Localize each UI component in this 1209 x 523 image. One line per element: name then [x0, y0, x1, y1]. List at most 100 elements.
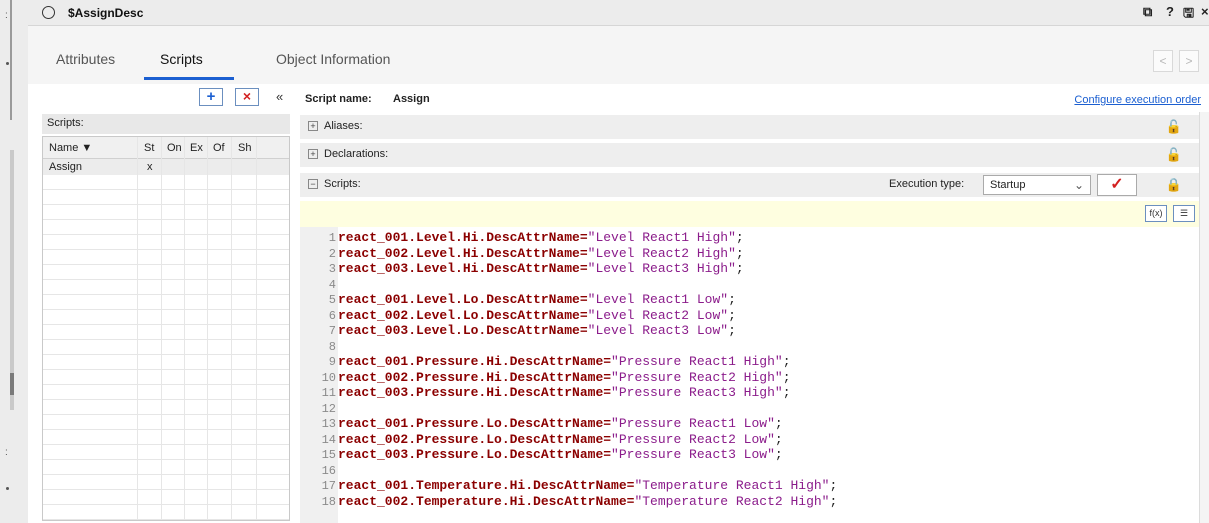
- code-line: 7 react_003.Level.Lo.DescAttrName="Level …: [300, 323, 736, 338]
- code-string: "Level React3 Low": [587, 323, 729, 338]
- code-line: 1 react_001.Level.Hi.DescAttrName="Level …: [300, 230, 744, 245]
- grid-row-line: [43, 310, 289, 325]
- code-terminator: ;: [774, 447, 783, 462]
- declarations-section[interactable]: + Declarations: 🔓: [300, 143, 1204, 167]
- gutter-scrollbar[interactable]: [10, 150, 14, 410]
- expand-icon[interactable]: +: [308, 121, 318, 131]
- grid-row-line: [43, 415, 289, 430]
- code-identifier: react_003.Level.Lo.DescAttrName=: [338, 323, 588, 338]
- gutter-marker: :: [5, 10, 8, 21]
- line-number: 8: [328, 339, 336, 354]
- aliases-label: Aliases:: [324, 120, 363, 132]
- object-icon: [42, 6, 55, 19]
- code-line: 6 react_002.Level.Lo.DescAttrName="Level …: [300, 308, 736, 323]
- code-identifier: react_001.Level.Hi.DescAttrName=: [338, 230, 588, 245]
- column-header-st[interactable]: St: [144, 137, 154, 159]
- code-string: "Pressure React1 Low": [611, 416, 775, 431]
- collapse-icon[interactable]: −: [308, 179, 318, 189]
- add-script-button[interactable]: +: [199, 88, 223, 106]
- column-header-of[interactable]: Of: [213, 137, 225, 159]
- code-terminator: ;: [829, 478, 838, 493]
- code-editor[interactable]: 1 react_001.Level.Hi.DescAttrName="Level …: [300, 227, 1204, 523]
- code-terminator: ;: [782, 354, 791, 369]
- row-st: x: [147, 161, 153, 173]
- grid-row-line: [43, 460, 289, 475]
- tab-object-information[interactable]: Object Information: [276, 51, 390, 67]
- apply-check-button[interactable]: ✓: [1097, 174, 1137, 196]
- column-header-on[interactable]: On: [167, 137, 182, 159]
- code-line: 12: [300, 401, 338, 416]
- function-browser-icon[interactable]: f(x): [1145, 205, 1167, 222]
- grid-row-line: [43, 355, 289, 370]
- lock-icon[interactable]: 🔒: [1166, 177, 1182, 193]
- code-identifier: react_001.Level.Lo.DescAttrName=: [338, 292, 588, 307]
- grid-row-line: [43, 385, 289, 400]
- code-terminator: ;: [728, 307, 736, 323]
- code-line: 11 react_003.Pressure.Hi.DescAttrName="Pr…: [300, 385, 791, 400]
- code-terminator: ;: [728, 323, 736, 338]
- code-string: "Level React1 Low": [587, 292, 729, 307]
- execution-type-select[interactable]: Startup ⌄: [983, 175, 1091, 195]
- code-terminator: ;: [735, 245, 744, 261]
- row-name: Assign: [49, 161, 83, 173]
- expand-icon[interactable]: +: [308, 149, 318, 159]
- grid-row-line: [43, 295, 289, 310]
- prev-button[interactable]: <: [1153, 50, 1173, 72]
- code-terminator: ;: [735, 261, 744, 276]
- configure-execution-order-link[interactable]: Configure execution order: [1074, 94, 1201, 106]
- grid-row-line: [43, 445, 289, 460]
- window-edge-gutter: : :: [0, 0, 28, 523]
- aliases-section[interactable]: + Aliases: 🔓: [300, 115, 1204, 139]
- unlock-icon[interactable]: 🔓: [1166, 119, 1182, 135]
- delete-script-button[interactable]: ×: [235, 88, 259, 106]
- grid-row-line: [43, 505, 289, 520]
- code-identifier: react_003.Pressure.Lo.DescAttrName=: [338, 447, 612, 462]
- grid-row-line: [43, 340, 289, 355]
- code-string: "Temperature React2 High": [634, 493, 830, 509]
- code-line: 16: [300, 463, 338, 478]
- editor-toolbar: f(x) ☰: [300, 201, 1204, 227]
- gutter-scroll-thumb[interactable]: [10, 373, 14, 395]
- script-name-value: Assign: [393, 93, 430, 105]
- scripts-grid: Name ▼ St On Ex Of Sh Assign x: [42, 136, 290, 521]
- grid-row-line: [43, 265, 289, 280]
- unlock-icon[interactable]: 🔓: [1166, 147, 1182, 163]
- restore-icon[interactable]: ⧉: [1143, 4, 1152, 20]
- code-identifier: react_002.Pressure.Hi.DescAttrName=: [338, 369, 612, 385]
- scripts-list-pane: + × « Scripts: Name ▼ St On Ex Of Sh Ass…: [42, 88, 290, 523]
- code-string: "Level React3 High": [587, 261, 736, 276]
- line-number: 6: [328, 308, 336, 323]
- line-number: 4: [328, 277, 336, 292]
- code-line: 9 react_001.Pressure.Hi.DescAttrName="Pre…: [300, 354, 791, 369]
- help-icon[interactable]: ?: [1166, 4, 1174, 19]
- code-identifier: react_003.Pressure.Hi.DescAttrName=: [338, 385, 612, 400]
- line-number: 2: [328, 246, 336, 261]
- code-identifier: react_002.Level.Lo.DescAttrName=: [338, 307, 588, 323]
- save-icon[interactable]: 🖫: [1183, 4, 1194, 26]
- code-identifier: react_001.Temperature.Hi.DescAttrName=: [338, 478, 635, 493]
- scripts-section[interactable]: − Scripts: Execution type: Startup ⌄ ✓ 🔒: [300, 173, 1204, 197]
- column-header-ex[interactable]: Ex: [190, 137, 203, 159]
- grid-row-line: [43, 220, 289, 235]
- code-string: "Pressure React3 Low": [611, 447, 775, 462]
- code-string: "Pressure React1 High": [611, 354, 783, 369]
- vertical-scrollbar[interactable]: [1199, 112, 1209, 523]
- grid-row-line: [43, 325, 289, 340]
- grid-row-line: [43, 205, 289, 220]
- column-header-name[interactable]: Name ▼: [49, 137, 92, 159]
- next-button[interactable]: >: [1179, 50, 1199, 72]
- code-string: "Level React1 High": [587, 230, 736, 245]
- insert-list-icon[interactable]: ☰: [1173, 205, 1195, 222]
- gutter-dot: [6, 62, 9, 65]
- script-name-label: Script name:: [305, 93, 372, 105]
- column-header-sh[interactable]: Sh: [238, 137, 251, 159]
- grid-row-line: [43, 430, 289, 445]
- code-line: 8: [300, 339, 338, 354]
- line-number: 16: [321, 463, 336, 478]
- line-number: 13: [321, 417, 336, 431]
- tab-attributes[interactable]: Attributes: [56, 51, 115, 67]
- close-icon[interactable]: ×: [1201, 4, 1209, 19]
- collapse-pane-icon[interactable]: «: [276, 89, 283, 104]
- tab-scripts[interactable]: Scripts: [160, 51, 203, 67]
- line-number: 11: [321, 386, 336, 400]
